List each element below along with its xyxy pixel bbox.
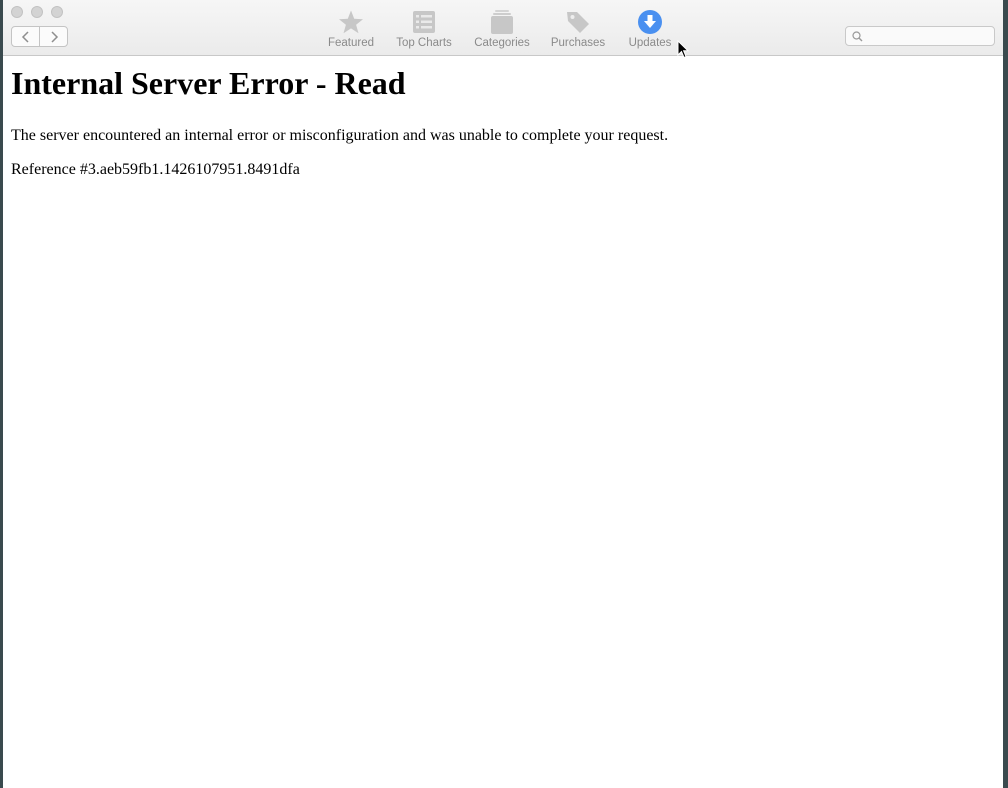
tab-categories-label: Categories [474, 37, 530, 49]
search-input[interactable] [867, 27, 994, 45]
tab-top-charts-label: Top Charts [396, 37, 452, 49]
tab-top-charts[interactable]: Top Charts [394, 8, 454, 49]
tab-featured[interactable]: Featured [327, 8, 375, 49]
search-field[interactable] [845, 26, 995, 46]
minimize-window-button[interactable] [31, 6, 43, 18]
toolbar: Featured Top Charts Categories Purchases… [3, 0, 1003, 56]
tab-featured-label: Featured [327, 37, 375, 49]
stack-icon [491, 10, 513, 34]
list-icon [413, 11, 435, 33]
page-content: Internal Server Error - Read The server … [11, 56, 991, 180]
mouse-cursor-icon [677, 40, 689, 59]
error-heading: Internal Server Error - Read [11, 65, 406, 101]
error-reference: Reference #3.aeb59fb1.1426107951.8491dfa [11, 161, 300, 178]
chevron-left-icon [21, 30, 29, 43]
zoom-window-button[interactable] [51, 6, 63, 18]
star-icon [339, 10, 363, 34]
tab-categories[interactable]: Categories [472, 8, 532, 49]
tag-icon [567, 12, 589, 33]
close-window-button[interactable] [11, 6, 23, 18]
search-icon [852, 30, 863, 41]
navigation-buttons [11, 26, 68, 47]
app-store-window: Featured Top Charts Categories Purchases… [3, 0, 1003, 788]
back-button[interactable] [12, 27, 39, 46]
error-message: The server encountered an internal error… [11, 127, 669, 144]
forward-button[interactable] [39, 27, 67, 46]
tab-updates[interactable]: Updates [627, 8, 673, 49]
download-icon [638, 10, 662, 34]
tab-updates-label: Updates [628, 37, 672, 49]
chevron-right-icon [50, 30, 58, 43]
tab-purchases[interactable]: Purchases [550, 8, 606, 49]
tab-purchases-label: Purchases [550, 37, 606, 49]
